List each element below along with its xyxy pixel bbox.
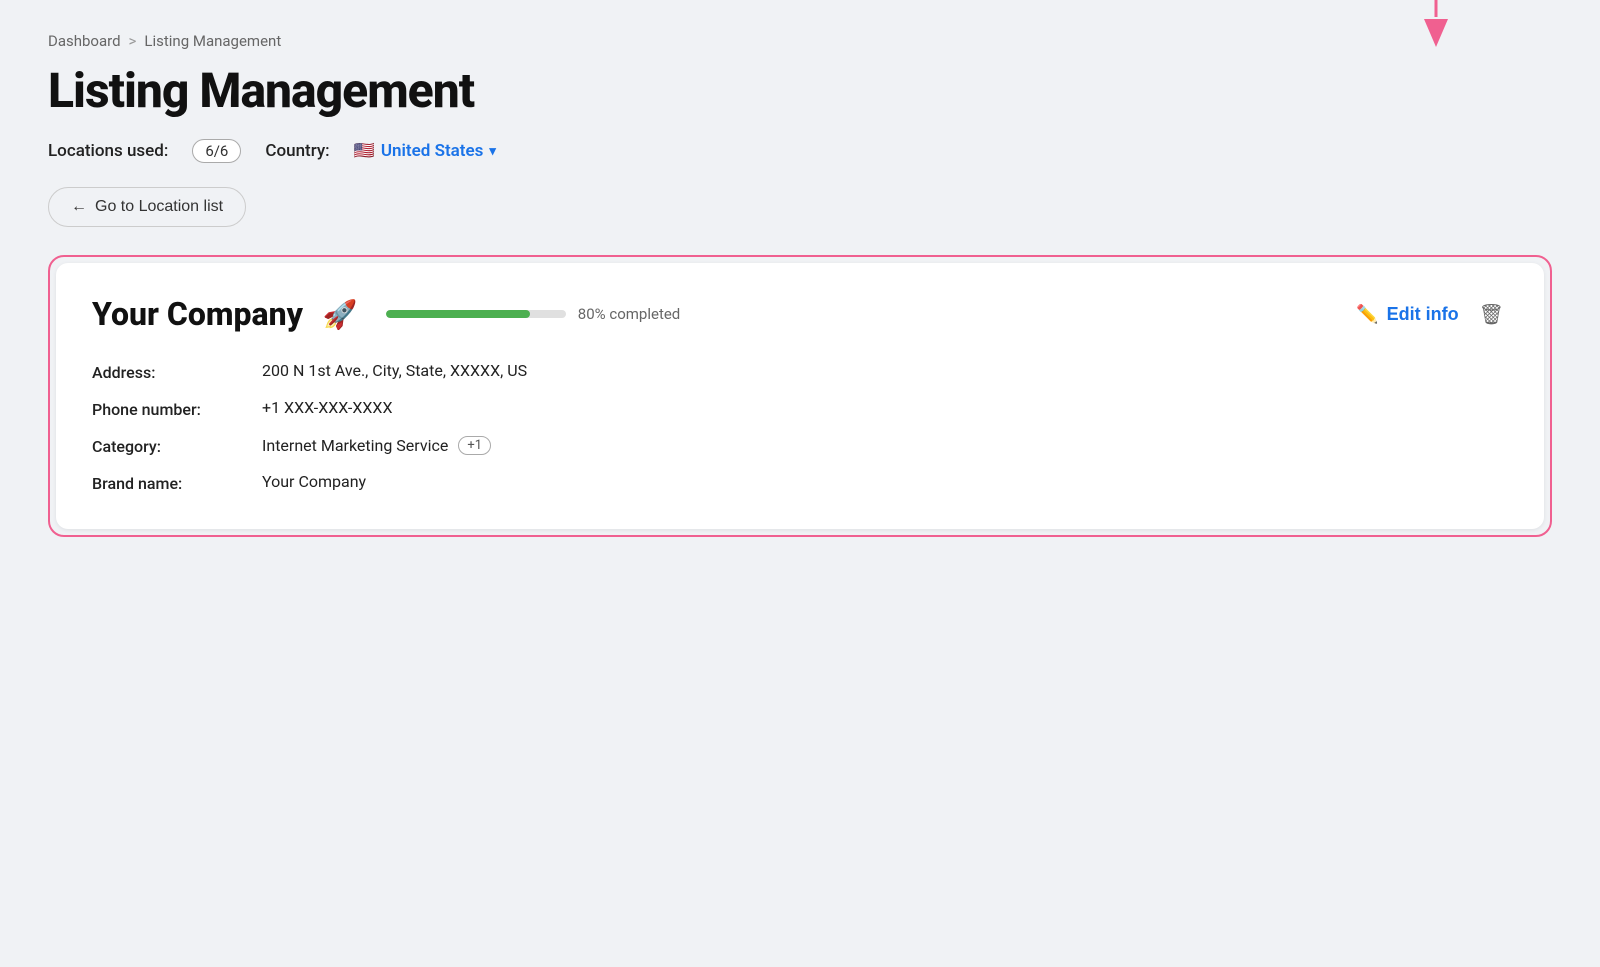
locations-label: Locations used: — [48, 141, 168, 161]
chevron-down-icon: ▾ — [489, 144, 496, 159]
category-label: Category: — [92, 435, 262, 456]
country-selector[interactable]: 🇺🇸 United States ▾ — [354, 141, 496, 161]
phone-label: Phone number: — [92, 398, 262, 419]
breadcrumb-separator: > — [129, 32, 137, 50]
country-flag: 🇺🇸 — [354, 141, 375, 161]
category-extra-badge: +1 — [458, 436, 491, 455]
listing-card: Your Company 🚀 80% completed ✏️ Edit inf… — [56, 263, 1544, 529]
edit-pencil-icon: ✏️ — [1356, 304, 1378, 325]
country-label: Country: — [265, 141, 329, 161]
rocket-icon: 🚀 — [323, 298, 358, 331]
country-name: United States — [381, 141, 484, 161]
progress-bar — [386, 310, 566, 318]
progress-section: 80% completed — [386, 305, 1336, 323]
address-label: Address: — [92, 361, 262, 382]
card-actions: ✏️ Edit info 🗑 — [1356, 298, 1508, 331]
go-back-label: Go to Location list — [95, 198, 223, 216]
progress-bar-fill — [386, 310, 530, 318]
info-grid: Address: 200 N 1st Ave., City, State, XX… — [92, 361, 1508, 493]
delete-button[interactable]: 🗑 — [1475, 298, 1508, 331]
breadcrumb-current: Listing Management — [144, 32, 281, 50]
phone-value: +1 XXX-XXX-XXXX — [262, 398, 1508, 419]
go-to-location-list-button[interactable]: ← Go to Location list — [48, 187, 246, 227]
progress-label: 80% completed — [578, 305, 680, 323]
category-row: Internet Marketing Service +1 — [262, 435, 1508, 456]
edit-info-label: Edit info — [1387, 304, 1459, 325]
company-name: Your Company — [92, 295, 303, 333]
brand-value: Your Company — [262, 472, 1508, 493]
trash-icon: 🗑 — [1479, 304, 1504, 326]
breadcrumb-parent[interactable]: Dashboard — [48, 32, 121, 50]
breadcrumb: Dashboard > Listing Management — [48, 32, 1552, 50]
category-value: Internet Marketing Service — [262, 436, 448, 455]
page-title: Listing Management — [48, 62, 1552, 119]
address-value: 200 N 1st Ave., City, State, XXXXX, US — [262, 361, 1508, 382]
brand-label: Brand name: — [92, 472, 262, 493]
meta-row: Locations used: 6/6 Country: 🇺🇸 United S… — [48, 139, 1552, 163]
listing-card-wrapper: Your Company 🚀 80% completed ✏️ Edit inf… — [48, 255, 1552, 537]
edit-info-button[interactable]: ✏️ Edit info — [1356, 304, 1458, 325]
card-header: Your Company 🚀 80% completed ✏️ Edit inf… — [92, 295, 1508, 333]
back-arrow-icon: ← — [71, 198, 87, 216]
locations-badge: 6/6 — [192, 139, 241, 163]
